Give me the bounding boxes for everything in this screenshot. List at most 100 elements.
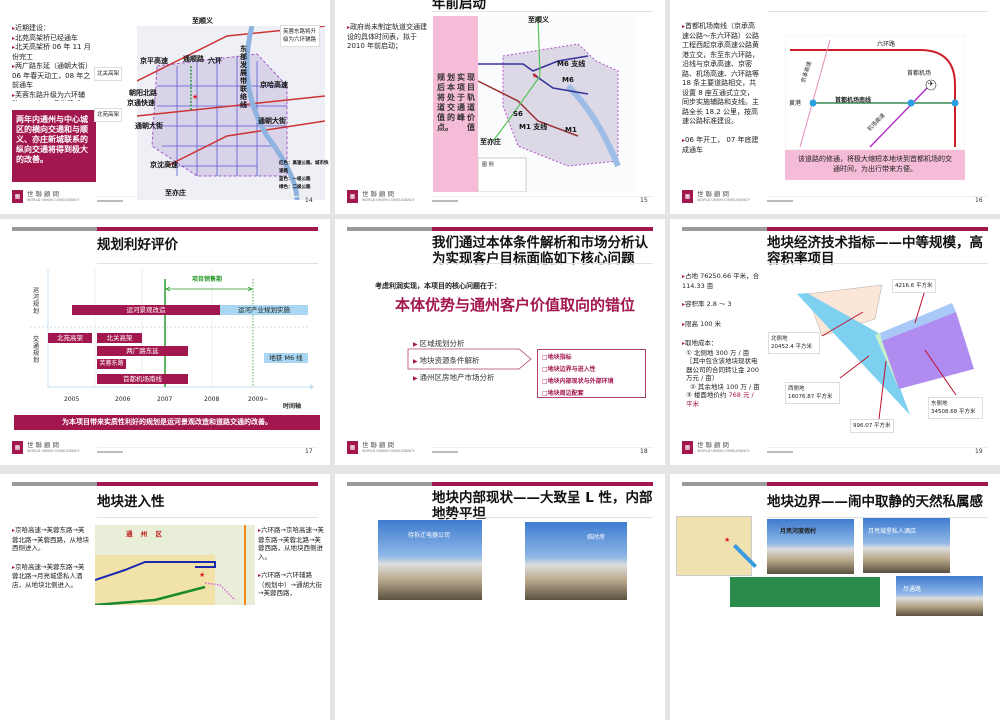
logo: ▦ 世聯顧問 WORLD UNION CONSULTANCY	[682, 441, 750, 454]
map-label: 通顺路	[183, 55, 204, 63]
timeline-bar: 运河产业规划实施	[220, 305, 308, 315]
row-label: 交通规划	[33, 336, 40, 364]
location-map	[676, 516, 752, 576]
slide-20[interactable]: 地块进入性 京哈高速→芙蓉东路→芙蓉北路→芙蓉西路，从地块西侧进入。 京哈高速→…	[0, 474, 330, 720]
footer-note	[432, 451, 458, 453]
highlight-box: 两年内通州与中心城区的横向交通和与顺义、亦庄新城联系的纵向交通将得到极大的改善。	[12, 110, 96, 182]
bullet: 近期建设：	[12, 24, 96, 34]
vertical-text-col: 规后将道值点。	[437, 73, 453, 132]
title-rule	[432, 11, 653, 12]
access-routes-left: 京哈高速→芙蓉东路→芙蓉北路→芙蓉西路，从地块西侧进入。 京哈高速→芙蓉东路→芙…	[12, 526, 90, 589]
year-tick: 2007	[157, 396, 173, 403]
header-bar-accent	[432, 482, 653, 486]
access-map: ★	[95, 525, 255, 605]
logo: ▦ 世聯顧問 WORLD UNION CONSULTANCY	[12, 441, 80, 454]
map-label: 至顺义	[528, 16, 549, 24]
area-label: 西侧地 16076.87 平方米	[785, 382, 840, 404]
footer-divider	[97, 196, 318, 197]
map-label: S6	[513, 110, 523, 118]
footer-divider	[767, 196, 988, 197]
vertical-text-col: 实项于通峰	[457, 73, 465, 122]
bullet: 两广路东延（通朝大街） 06 年春天动工，08 年之前通车	[12, 62, 96, 91]
bullet: 06 年开工， 07 年底建成通车	[682, 136, 760, 155]
year-tick: 2008	[204, 396, 220, 403]
sub-item: □地块周边配套	[542, 390, 584, 397]
vertical-text: 现目轨道价值 实项于通峰 划本处交的 规后将道值点。	[437, 73, 475, 133]
title-rule	[767, 11, 988, 12]
route-item: 京哈高速→芙蓉东路→芙蓉北路→月亮城堡私人酒店，从地块北侧进入。	[12, 563, 90, 590]
slide-17[interactable]: 规划利好评价 项目销售期 运河规划 交通规划 运河景观改造 运河产业规划实施 北…	[0, 219, 330, 465]
map-label: 通朝大街	[135, 122, 163, 130]
rail-map: ★	[478, 16, 636, 192]
map-label: M6 支线	[557, 60, 586, 68]
route-item: 六环路→京哈高速→芙蓉东路→芙蓉北路→芙蓉西路，从地块西侧进入。	[258, 526, 324, 561]
route-item: 京哈高速→芙蓉东路→芙蓉北路→芙蓉西路，从地块西侧进入。	[12, 526, 90, 553]
core-issue: 本体优势与通州客户价值取向的错位	[395, 296, 636, 314]
header-bar-accent	[97, 482, 318, 486]
row-label: 运河规划	[33, 287, 40, 315]
bullet: 芙蓉东路升级为六环辅路，06 年 6 月份建成	[12, 91, 96, 101]
slide-14[interactable]: 近期建设： 北苑高架桥已经通车 北关高架桥 06 年 11 月份完工 两广路东延…	[0, 0, 330, 214]
area-label: 996.07 平方米	[850, 419, 894, 433]
page-number: 17	[305, 448, 313, 455]
caption-box: 该道路的修通，将极大缩短本地块到首都机场的交通时间，为出行带来方便。	[785, 150, 965, 180]
map-label: 东部发展带联络线	[240, 45, 247, 109]
logo-subtext: WORLD UNION CONSULTANCY	[697, 198, 750, 202]
page-number: 14	[305, 197, 313, 204]
map-label: 京沈高速	[150, 161, 178, 169]
analysis-item[interactable]: ▶ 地块资源条件解析	[413, 353, 495, 370]
bullet-list: 近期建设： 北苑高架桥已经通车 北关高架桥 06 年 11 月份完工 两广路东延…	[12, 24, 96, 101]
analysis-item[interactable]: ▶ 区域规划分析	[413, 336, 495, 353]
sub-item-label: 地块边界与进入性	[547, 366, 596, 373]
analysis-item[interactable]: ▶ 通州区房地产市场分析	[413, 370, 495, 387]
logo: ▦ 世聯顧問 WORLD UNION CONSULTANCY	[682, 190, 750, 203]
header-bar-accent	[767, 482, 988, 486]
timeline-bar: 地铁 M6 线	[264, 353, 308, 363]
sales-period-label: 项目销售期	[192, 276, 223, 283]
vertical-text-col: 现目轨道价值	[467, 73, 475, 132]
map-label: 朝阳北路	[129, 89, 157, 97]
site-star-icon: ★	[724, 536, 731, 544]
slide-title: 地块进入性	[97, 494, 165, 510]
logo-text: 世聯顧問	[27, 441, 61, 449]
svg-text:★: ★	[199, 571, 205, 579]
airport-road-diagram	[785, 35, 965, 150]
year-tick: 2005	[64, 396, 80, 403]
logo: ▦ 世聯顧問 WORLD UNION CONSULTANCY	[347, 190, 415, 203]
sub-items-box: □地块指标 □地块边界与进入性 □地块内部现状与外部环境 □地块周边配套	[537, 349, 646, 398]
map-callout: 芙蓉东路将升级为六环辅路	[280, 25, 320, 47]
bullet: 北关高架桥 06 年 11 月份完工	[12, 43, 96, 62]
title-rule	[432, 263, 653, 264]
logo-subtext: WORLD UNION CONSULTANCY	[697, 449, 750, 453]
timeline-chart	[30, 269, 314, 390]
map-label: 通 州 区	[126, 530, 166, 538]
map-label: M6	[562, 76, 574, 84]
timeline-bar: 芙蓉东路	[97, 359, 126, 369]
site-plan-image	[730, 577, 880, 607]
analysis-item-label: 通州区房地产市场分析	[419, 373, 495, 382]
map-label: 六环	[208, 57, 222, 65]
sub-item: □地块指标	[542, 354, 572, 361]
svg-text:★: ★	[192, 93, 198, 101]
sub-item-label: 地块内部现状与外部环境	[547, 378, 614, 385]
lead-text: 考虑利润实现，本项目的核心问题在于：	[375, 282, 501, 290]
route-item: 六环路→六环辅路（规划中）→通胡大街→芙蓉西路，	[258, 571, 324, 598]
footer-divider	[432, 447, 653, 448]
slide-22[interactable]: 地块边界——闹中取静的天然私属感 ★ 月亮河度假村 月亮城堡私人酒店 尽通路	[670, 474, 1000, 720]
area-value: 34508.68 平方米	[931, 409, 976, 415]
area-name: 东侧地	[931, 401, 948, 407]
header-bar	[682, 482, 767, 486]
year-tick: 2006	[115, 396, 131, 403]
logo-mark-icon: ▦	[347, 441, 358, 454]
slide-15[interactable]: 年前启动 政府尚未制定轨道交通建设的具体时间表，拟于 2010 年前启动； 现目…	[335, 0, 665, 214]
logo-subtext: WORLD UNION CONSULTANCY	[362, 449, 415, 453]
slide-16[interactable]: 首都机场南线（京承高速公路～东六环路）公路工程西起京承高速公路黄港立交，东至东六…	[670, 0, 1000, 214]
footer-divider	[432, 196, 653, 197]
slide-18[interactable]: 我们通过本体条件解析和市场分析认为实现客户目标面临如下核心问题 考虑利润实现，本…	[335, 219, 665, 465]
sub-item: □地块内部现状与外部环境	[542, 378, 614, 385]
timeline-bar: 首都机场南线	[97, 374, 188, 384]
header-bar	[12, 482, 97, 486]
slide-19[interactable]: 地块经济技术指标——中等规模，高容积率项目 占地 76250.66 平米，合 1…	[670, 219, 1000, 465]
slide-21[interactable]: 地块内部现状——大致呈 L 性，内部地势平坦 待拆迁电器公司 临时房	[335, 474, 665, 720]
map-label: 至亦庄	[480, 138, 501, 146]
